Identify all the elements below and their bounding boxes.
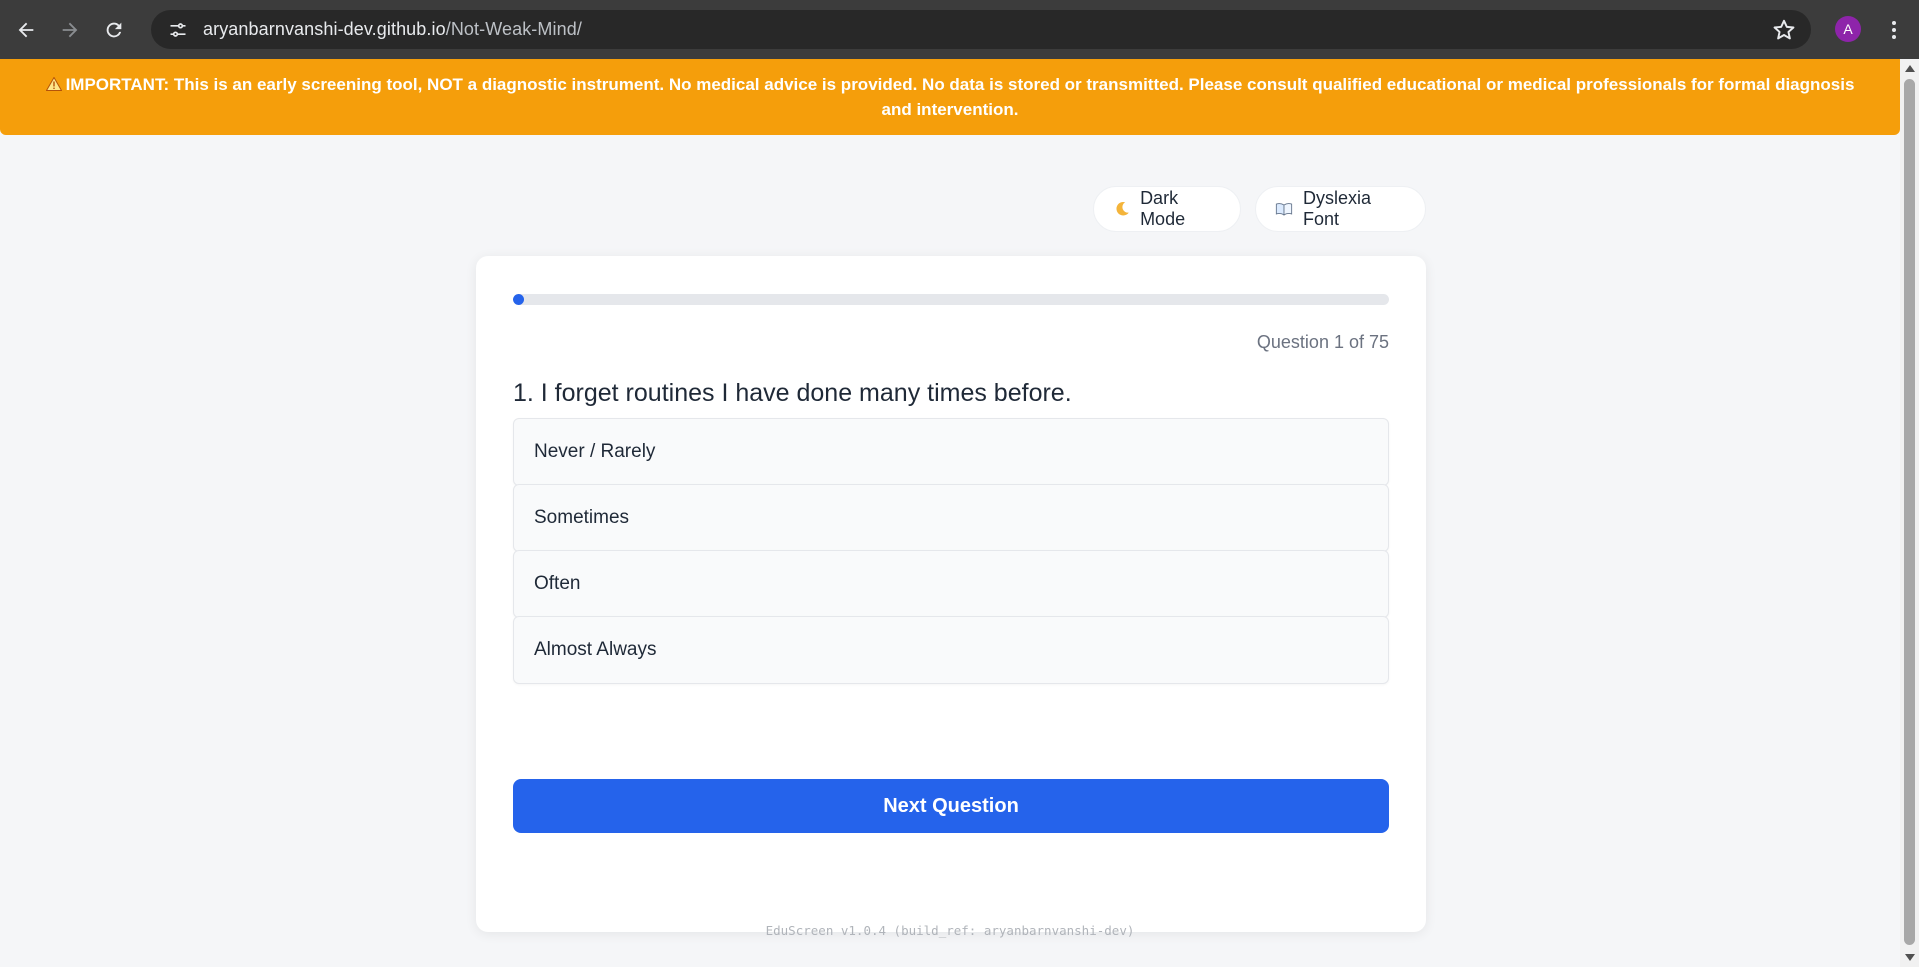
- dyslexia-font-toggle[interactable]: Dyslexia Font: [1255, 186, 1426, 232]
- back-button[interactable]: [6, 10, 46, 50]
- question-text: 1. I forget routines I have done many ti…: [513, 379, 1072, 407]
- warning-icon: [45, 77, 62, 91]
- browser-toolbar: aryanbarnvanshi-dev.github.io/Not-Weak-M…: [0, 0, 1919, 59]
- dark-mode-label: Dark Mode: [1140, 188, 1186, 229]
- scrollbar-thumb[interactable]: [1904, 79, 1915, 945]
- book-icon: [1274, 199, 1294, 219]
- progress-bar: [513, 294, 1389, 305]
- progress-fill: [513, 294, 525, 305]
- scroll-up-icon[interactable]: [1905, 65, 1915, 72]
- dark-mode-toggle[interactable]: Dark Mode: [1093, 186, 1241, 232]
- option-label: Sometimes: [534, 507, 630, 528]
- dyslexia-font-label: Dyslexia Font: [1303, 188, 1372, 229]
- option-label: Often: [534, 573, 581, 594]
- option-label: Almost Always: [534, 639, 657, 660]
- option-label: Never / Rarely: [534, 441, 656, 462]
- page-content: IMPORTANT: This is an early screening to…: [0, 59, 1900, 967]
- disclaimer-text: IMPORTANT: This is an early screening to…: [65, 75, 1855, 119]
- bookmark-star-icon[interactable]: [1771, 17, 1797, 43]
- moon-icon: [1112, 199, 1131, 219]
- profile-avatar[interactable]: A: [1835, 16, 1861, 42]
- reload-icon: [106, 22, 122, 37]
- question-card: Question 1 of 75 1. I forget routines I …: [476, 256, 1426, 932]
- answer-option-almost-always[interactable]: Almost Always: [513, 616, 1389, 684]
- disclaimer-banner: IMPORTANT: This is an early screening to…: [0, 59, 1900, 135]
- question-counter: Question 1 of 75: [1256, 332, 1389, 352]
- arrow-left-icon: [18, 22, 34, 37]
- url-path: /Not-Weak-Mind/: [445, 19, 582, 39]
- site-info-button[interactable]: [165, 17, 191, 43]
- forward-button[interactable]: [50, 10, 90, 50]
- scroll-down-icon[interactable]: [1905, 954, 1915, 961]
- page-scrollbar[interactable]: [1900, 59, 1919, 967]
- reload-button[interactable]: [94, 10, 134, 50]
- next-question-button[interactable]: Next Question: [513, 779, 1389, 833]
- url-text: aryanbarnvanshi-dev.github.io/Not-Weak-M…: [203, 19, 582, 40]
- browser-menu-icon[interactable]: [1882, 17, 1906, 43]
- arrow-right-icon: [62, 22, 78, 37]
- answer-option-sometimes[interactable]: Sometimes: [513, 484, 1389, 552]
- url-host: aryanbarnvanshi-dev.github.io: [203, 19, 446, 39]
- version-footer: EduScreen v1.0.4 (build_ref: aryanbarnva…: [765, 923, 1135, 938]
- answer-option-often[interactable]: Often: [513, 550, 1389, 618]
- answer-option-never-rarely[interactable]: Never / Rarely: [513, 418, 1389, 486]
- address-bar[interactable]: aryanbarnvanshi-dev.github.io/Not-Weak-M…: [151, 10, 1811, 49]
- tune-icon: [170, 22, 186, 37]
